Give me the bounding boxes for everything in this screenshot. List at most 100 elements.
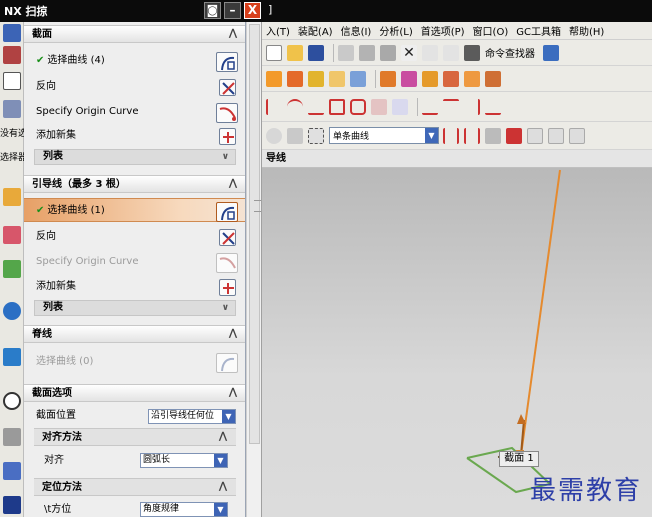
snap-feature-icon[interactable] bbox=[485, 127, 501, 144]
command-finder-label[interactable]: 命令查找器 bbox=[485, 45, 535, 60]
guides-select-curve-row[interactable]: ✔ 选择曲线 (1) bbox=[24, 198, 245, 222]
cone-icon[interactable] bbox=[350, 70, 366, 87]
guides-add-set-row[interactable]: 添加新集 bbox=[24, 275, 245, 299]
menu-analysis[interactable]: 分析(L) bbox=[379, 23, 412, 38]
collapse-icon[interactable]: ⋀ bbox=[226, 386, 240, 400]
subtract-icon[interactable] bbox=[401, 70, 417, 87]
close-button[interactable]: X bbox=[244, 2, 261, 19]
system-materials-icon[interactable] bbox=[3, 428, 21, 446]
line-icon[interactable] bbox=[266, 98, 282, 115]
chevron-down-icon[interactable]: ▼ bbox=[425, 128, 438, 143]
block-icon[interactable] bbox=[308, 70, 324, 87]
rectangle-select-icon[interactable] bbox=[308, 127, 324, 144]
process-studio-icon[interactable] bbox=[3, 462, 21, 480]
chevron-down-icon[interactable]: ▼ bbox=[214, 503, 227, 516]
menu-insert[interactable]: 入(T) bbox=[266, 23, 290, 38]
open-folder-icon[interactable] bbox=[287, 44, 303, 61]
paste-icon[interactable] bbox=[380, 44, 396, 61]
collapse-icon[interactable]: ⋀ bbox=[226, 27, 240, 41]
menu-information[interactable]: 信息(I) bbox=[341, 23, 372, 38]
divide-curve-icon[interactable] bbox=[485, 99, 501, 115]
guides-list-toggle[interactable]: 列表 ∨ bbox=[34, 300, 236, 316]
alignment-select[interactable]: 圆弧长 ▼ bbox=[140, 453, 228, 468]
section-spine-header[interactable]: 脊线 ⋀ bbox=[24, 325, 245, 343]
collapse-icon[interactable]: ⋀ bbox=[226, 177, 240, 191]
new-file-icon[interactable] bbox=[266, 44, 282, 61]
profile-add-set-row[interactable]: 添加新集 bbox=[24, 124, 245, 148]
info-icon[interactable] bbox=[543, 44, 559, 61]
orientation-select[interactable]: 角度规律 ▼ bbox=[140, 502, 228, 517]
add-set-icon[interactable] bbox=[219, 279, 236, 296]
join-curve-icon[interactable] bbox=[443, 98, 459, 115]
menu-preferences[interactable]: 首选项(P) bbox=[421, 23, 465, 38]
history-icon[interactable] bbox=[3, 348, 21, 366]
web-browser-icon[interactable] bbox=[3, 302, 21, 320]
profile-reverse-row[interactable]: 反向 bbox=[24, 75, 245, 99]
snap-tangent-icon[interactable] bbox=[443, 127, 459, 144]
section-profile-header[interactable]: 截面 ⋀ bbox=[24, 25, 245, 43]
intersect-icon[interactable] bbox=[422, 70, 438, 87]
restore-button[interactable]: ◙ bbox=[204, 2, 221, 19]
minimize-button[interactable]: – bbox=[224, 2, 241, 19]
snap-stop-intersection-icon[interactable] bbox=[464, 127, 480, 144]
extrude-icon[interactable] bbox=[266, 70, 282, 87]
chevron-down-icon[interactable]: ∨ bbox=[222, 150, 229, 164]
dialog-scrollbar[interactable] bbox=[246, 22, 262, 517]
collapse-icon[interactable]: ⋀ bbox=[226, 327, 240, 341]
select-cursor-icon[interactable] bbox=[287, 127, 303, 144]
studio-spline-icon[interactable] bbox=[308, 99, 324, 115]
polygon-icon[interactable] bbox=[329, 98, 345, 115]
snap-endpoint-icon[interactable] bbox=[527, 127, 543, 144]
snap-midpoint-icon[interactable] bbox=[548, 127, 564, 144]
section-position-select[interactable]: 沿引导线任何位 ▼ bbox=[148, 409, 236, 424]
constraint-navigator-icon[interactable] bbox=[3, 226, 21, 244]
shell-icon[interactable] bbox=[485, 70, 501, 87]
collapse-icon[interactable]: ⋀ bbox=[216, 480, 230, 494]
offset-curve-icon[interactable] bbox=[371, 98, 387, 115]
orientation-header[interactable]: 定位方法 ⋀ bbox=[34, 478, 236, 496]
offset-face-icon[interactable] bbox=[464, 70, 480, 87]
chevron-down-icon[interactable]: ∨ bbox=[222, 301, 229, 315]
section-options-header[interactable]: 截面选项 ⋀ bbox=[24, 384, 245, 402]
copy-icon[interactable] bbox=[359, 44, 375, 61]
menu-assembly[interactable]: 装配(A) bbox=[298, 23, 333, 38]
surface-icon[interactable] bbox=[3, 100, 21, 118]
clock-icon[interactable] bbox=[3, 392, 21, 410]
save-icon[interactable] bbox=[308, 44, 324, 61]
arc-icon[interactable] bbox=[287, 98, 303, 115]
profile-list-toggle[interactable]: 列表 ∨ bbox=[34, 149, 236, 165]
select-curve-icon[interactable] bbox=[216, 52, 238, 72]
collapse-icon[interactable]: ⋀ bbox=[216, 430, 230, 444]
reverse-direction-icon[interactable] bbox=[219, 229, 236, 246]
origin-curve-icon[interactable] bbox=[216, 103, 238, 123]
add-set-icon[interactable] bbox=[219, 128, 236, 145]
assembly-navigator-icon[interactable] bbox=[3, 188, 21, 206]
text-curve-icon[interactable] bbox=[350, 98, 366, 115]
project-curve-icon[interactable] bbox=[392, 98, 408, 115]
snap-point-icon[interactable] bbox=[506, 127, 522, 144]
undo-icon[interactable] bbox=[422, 44, 438, 61]
profile-origin-curve-row[interactable]: Specify Origin Curve bbox=[24, 100, 245, 124]
chevron-down-icon[interactable]: ▼ bbox=[214, 454, 227, 467]
unite-icon[interactable] bbox=[380, 70, 396, 87]
profile-select-curve-row[interactable]: ✔ 选择曲线 (4) bbox=[24, 49, 245, 73]
redo-icon[interactable] bbox=[443, 44, 459, 61]
part-navigator-icon[interactable] bbox=[3, 46, 21, 64]
view-icon[interactable] bbox=[266, 127, 282, 144]
graphics-viewport[interactable] bbox=[262, 168, 652, 517]
scrollbar-thumb[interactable] bbox=[249, 24, 261, 444]
trim-body-icon[interactable] bbox=[443, 70, 459, 87]
cut-icon[interactable] bbox=[338, 44, 354, 61]
guides-reverse-row[interactable]: 反向 bbox=[24, 225, 245, 249]
sheet-icon[interactable] bbox=[3, 72, 21, 90]
curve-rule-filter[interactable]: 单条曲线 ▼ bbox=[329, 127, 439, 144]
cylinder-icon[interactable] bbox=[329, 70, 345, 87]
revolve-icon[interactable] bbox=[287, 70, 303, 87]
command-finder-icon[interactable] bbox=[464, 44, 480, 61]
menu-gc-toolbox[interactable]: GC工具箱 bbox=[516, 23, 561, 38]
delete-icon[interactable]: ✕ bbox=[401, 44, 417, 61]
section-guides-header[interactable]: 引导线（最多 3 根） ⋀ bbox=[24, 175, 245, 193]
reuse-library-icon[interactable] bbox=[3, 260, 21, 278]
reverse-direction-icon[interactable] bbox=[219, 79, 236, 96]
menu-help[interactable]: 帮助(H) bbox=[569, 23, 604, 38]
